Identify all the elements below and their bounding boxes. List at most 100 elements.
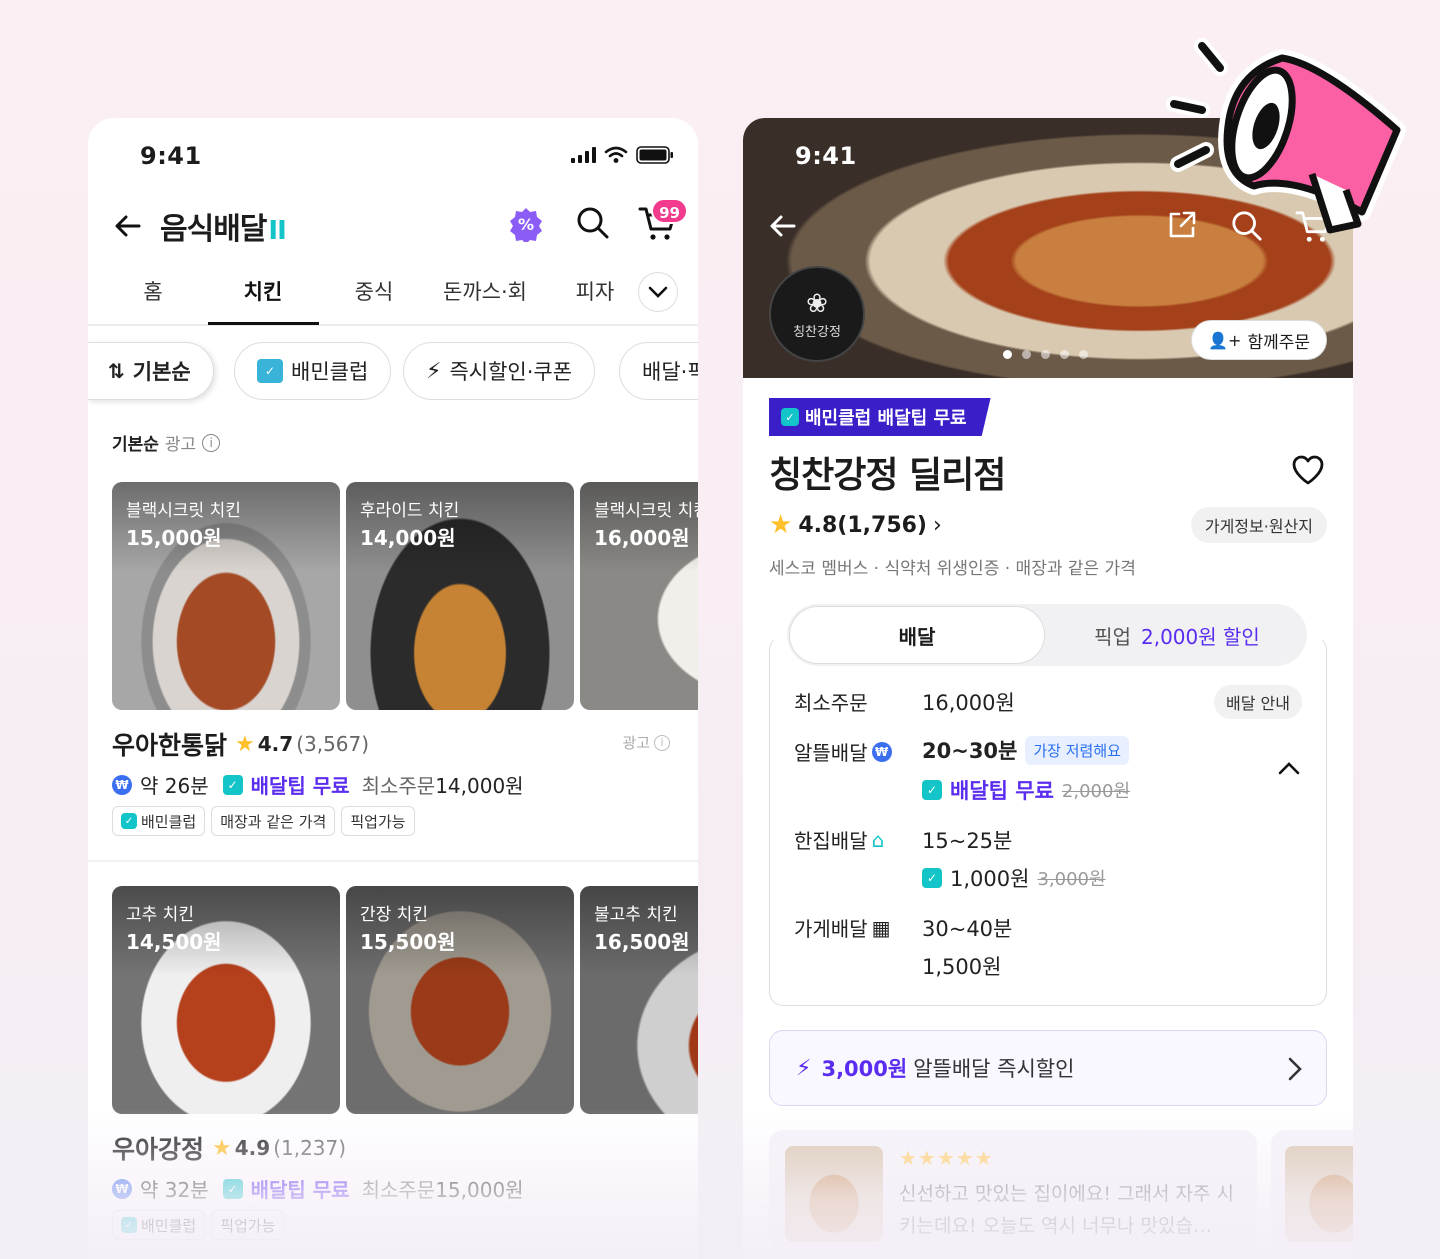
pickup-discount: 2,000원 할인 [1140,624,1260,649]
store-tag: ✓ 배민클럽 [112,806,206,836]
store-badges: 세스코 멤버스 · 식약처 위생인증 · 매장과 같은 가격 [769,559,1136,579]
rating-text: 4.8(1,756) [798,512,927,538]
store-meta: ₩ 약 26분 ✓ 배달팁 무료 최소주문 14,000원 [112,770,524,799]
store-tags: ✓ 배민클럽 픽업가능 [112,1210,285,1240]
saver-delivery-icon: ₩ [871,741,892,762]
tab-chicken[interactable]: 치킨 [208,276,318,306]
menu-price: 15,000원 [126,526,222,550]
tab-pickup-label: 픽업 [1094,624,1131,649]
min-order-value: 14,000원 [435,774,524,798]
review-photo [785,1146,883,1242]
sort-icon: ⇅ [108,359,125,383]
review-card[interactable] [1271,1130,1353,1250]
saver-fee-text: 배달팁 무료 [950,779,1054,803]
more-tabs-button[interactable] [638,272,678,312]
carousel-dots [1003,350,1088,359]
menu-card[interactable]: 고추 치킨 14,500원 [112,886,340,1114]
free-delivery-text: 배달팁 무료 [250,1178,350,1202]
menu-card[interactable]: 불고추 치킨 16,500원 [580,886,698,1114]
menu-card[interactable]: 간장 치킨 15,500원 [346,886,574,1114]
ad-tag-text: 광고 [622,734,650,752]
review-count: (3,567) [296,732,370,756]
menu-carousel[interactable]: 블랙시크릿 치킨 15,000원 후라이드 치킨 14,000원 블랙시크릿 치… [112,482,698,710]
free-delivery-text: 배달팁 무료 [250,774,350,798]
store-tag: ✓ 배민클럽 [112,1210,206,1240]
cheapest-badge: 가장 저렴해요 [1025,735,1129,765]
store-tag-text: 배민클럽 [141,1216,197,1235]
baemin-club-chip[interactable]: ✓ 배민클럽 [234,342,392,400]
store-name[interactable]: 우아한통닭 ★ 4.7 (3,567) [112,726,369,762]
sort-chip[interactable]: ⇅ 기본순 [88,342,214,400]
tab-delivery[interactable]: 배달 [789,606,1045,664]
status-bar: 9:41 [88,118,698,190]
divider [88,860,698,862]
category-tabs: 홈 치킨 중식 돈까스·회 피자 [88,268,698,326]
review-stars: ★★★★★ [899,1146,994,1170]
single-delivery-time: 15~25분 [922,829,1013,853]
wifi-icon [604,146,628,163]
menu-name: 블랙시크릿 치킨 [126,501,241,521]
star-icon: ★ [212,1135,232,1161]
group-order-label: 함께주문 [1247,332,1310,353]
eta: 약 26분 [140,774,209,798]
active-tab-indicator [208,322,319,325]
menu-name: 후라이드 치킨 [360,501,460,521]
menu-name: 불고추 치킨 [594,905,678,925]
page-title-text: 음식배달 [160,212,267,247]
tab-home[interactable]: 홈 [98,276,208,306]
eta: 약 32분 [140,1178,209,1202]
store-name[interactable]: 우아강정 ★ 4.9 (1,237) [112,1130,346,1166]
house-icon: ⌂ [871,827,885,852]
menu-carousel[interactable]: 고추 치킨 14,500원 간장 치킨 15,500원 불고추 치킨 16,50… [112,886,698,1114]
menu-price: 16,500원 [594,930,690,954]
review-card[interactable]: ★★★★★ 신선하고 맛있는 집이에요! 그래서 자주 시키는데요! 오늘도 역… [769,1130,1257,1250]
store-info-button[interactable]: 가게정보·원산지 [1190,507,1327,543]
search-icon[interactable] [576,206,610,240]
chevron-up-icon[interactable] [1278,761,1300,775]
saver-delivery-fee: ✓ 배달팁 무료 2,000원 [922,775,1130,805]
right-phone-screen: 9:41 ❀ 칭찬강정 👤+ 함께주문 ✓ 배민클럽 배달팁 무료 칭찬강정 딜… [743,118,1353,1259]
discount-amount: 3,000원 [821,1057,908,1081]
store-logo-text: 칭찬강정 [793,324,841,340]
store-delivery-fee: 1,500원 [922,955,1002,979]
tab-pizza[interactable]: 피자 [540,276,650,306]
store-tag: 픽업가능 [211,1210,285,1240]
tab-pickup[interactable]: 픽업 2,000원 할인 [1047,604,1307,666]
chevron-right-icon [1288,1057,1302,1081]
menu-card[interactable]: 후라이드 치킨 14,000원 [346,482,574,710]
baemin-club-icon: ✓ [922,868,942,888]
back-arrow-icon[interactable] [112,210,144,242]
group-order-button[interactable]: 👤+ 함께주문 [1191,320,1327,360]
tab-chinese[interactable]: 중식 [319,276,429,306]
lightning-icon: ⚡ [796,1055,812,1081]
menu-card[interactable]: 블랙시크릿 치킨 16,000원 [580,482,698,710]
baemin-club-icon: ✓ [257,359,283,383]
menu-card[interactable]: 블랙시크릿 치킨 15,000원 [112,482,340,710]
store-name-text: 우아한통닭 [112,731,228,760]
left-phone-screen: 9:41 음식배달ⵏⵏ % 99 홈 치킨 중식 돈까스·회 피자 ⇅ 기본순 … [88,118,698,1259]
tab-tonkatsu[interactable]: 돈까스·회 [430,276,540,306]
menu-name: 블랙시크릿 치킨 [594,501,698,521]
store-meta: ₩ 약 32분 ✓ 배달팁 무료 최소주문 15,000원 [112,1174,524,1203]
back-arrow-icon[interactable] [767,210,799,242]
store-name-text: 우아강정 [112,1135,205,1164]
section-header: 기본순 광고 i [112,430,221,455]
discount-icon[interactable]: % [508,206,544,242]
review-text: 신선하고 맛있는 집이에요! 그래서 자주 시키는데요! 오늘도 역시 너무나 … [899,1183,1234,1237]
heart-icon[interactable] [1291,454,1325,486]
chevron-right-icon: › [932,512,942,538]
club-banner-text: 배민클럽 배달팁 무료 [805,408,967,429]
store-delivery-label-text: 가게배달 [794,917,868,941]
store-rating[interactable]: ★ 4.8(1,756) › [769,510,942,540]
saver-delivery-label: 알뜰배달 ₩ [794,737,892,766]
instant-discount-chip[interactable]: ⚡ 즉시할인·쿠폰 [403,342,596,400]
delivery-pickup-chip[interactable]: 배달·픽 [619,342,698,400]
info-icon[interactable]: i [202,433,221,452]
instant-discount-chip-label: 즉시할인·쿠폰 [449,360,573,384]
info-icon[interactable]: i [654,734,670,751]
instant-discount-banner[interactable]: ⚡ 3,000원 알뜰배달 즉시할인 [769,1030,1327,1106]
store-tags: ✓ 배민클럽 매장과 같은 가격 픽업가능 [112,806,415,836]
delivery-guide-button[interactable]: 배달 안내 [1214,685,1302,719]
chevron-down-icon [648,286,668,298]
saver-delivery-icon: ₩ [112,774,132,795]
